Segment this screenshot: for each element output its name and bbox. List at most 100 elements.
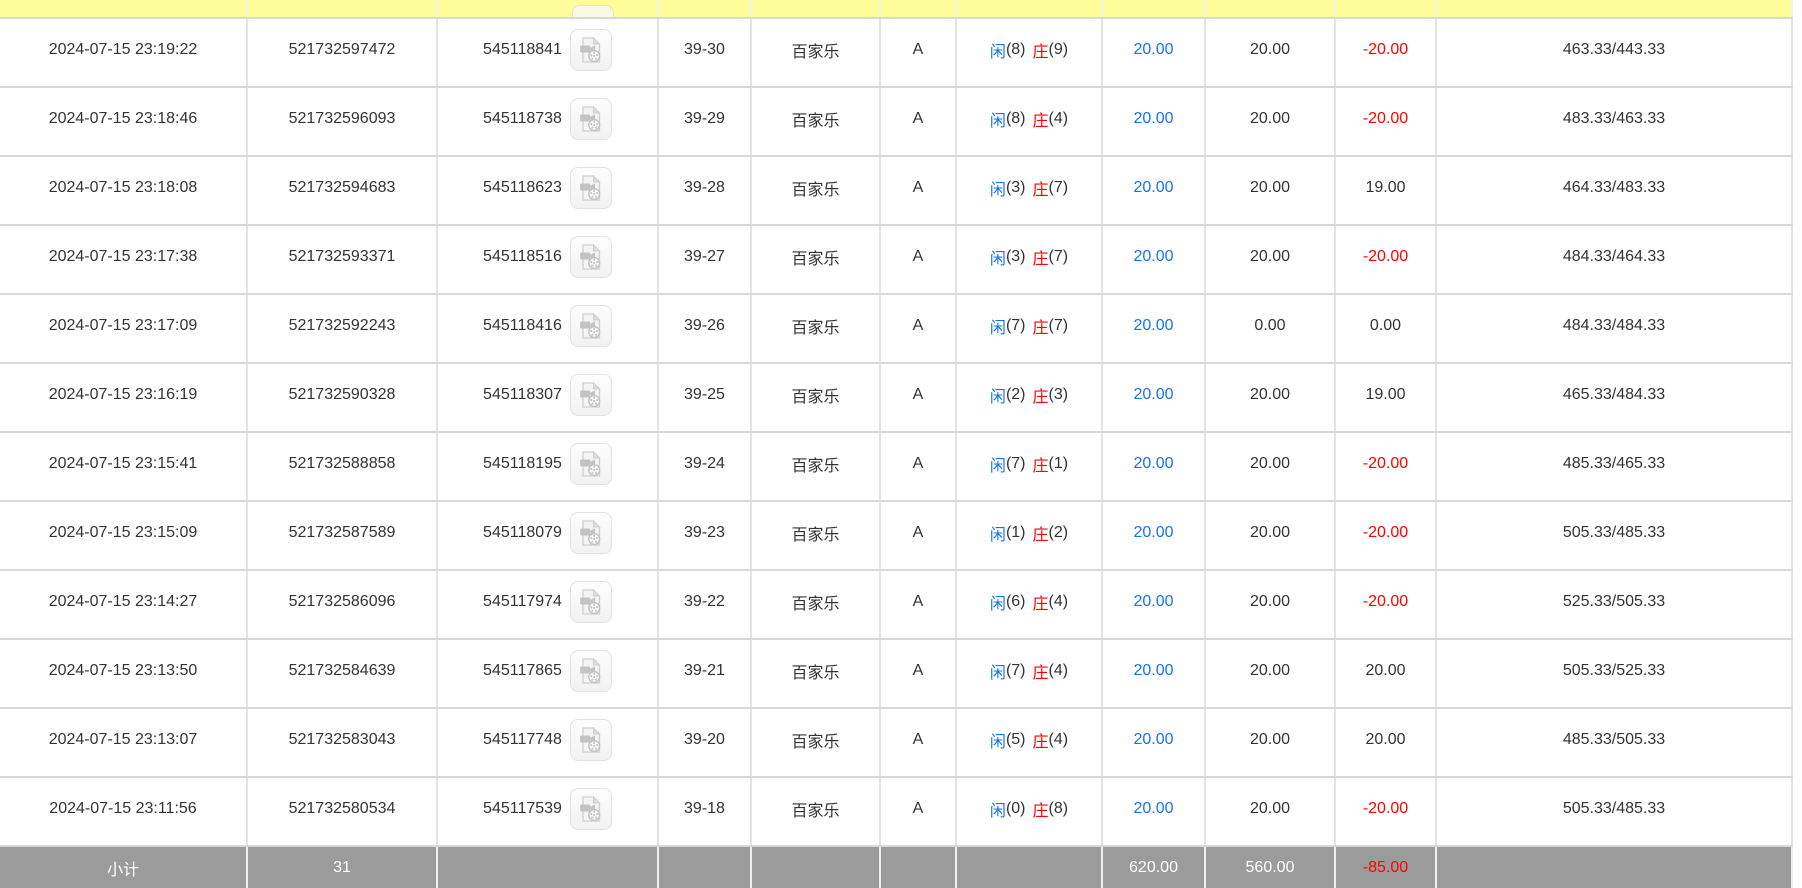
balance-cell: 525.33/505.33 [1437,571,1793,638]
bet-id-cell: 521732593371 [248,226,438,293]
bet-amount-cell: 20.00 [1206,571,1336,638]
banker-score: (4) [1049,110,1069,128]
video-replay-button[interactable] [570,29,612,71]
table-row: 2024-07-15 23:17:09 521732592243 5451184… [0,295,1793,364]
balance-cell: 485.33/505.33 [1437,709,1793,776]
bet-history-table: 2024-07-15 23:19:22 521732597472 5451188… [0,0,1793,888]
win-loss-cell: -20.00 [1336,502,1437,569]
round-cell: 39-27 [659,226,752,293]
valid-bet-cell: 20.00 [1103,778,1206,845]
bet-time-cell: 2024-07-15 23:13:07 [0,709,248,776]
game-id-cell: 545118195 [438,433,659,500]
banker-label: 庄 [1033,107,1049,131]
round-cell: 39-24 [659,433,752,500]
player-label: 闲 [990,521,1006,545]
result-cell [957,0,1103,17]
table-cell: A [881,364,957,431]
player-score: (7) [1006,317,1026,335]
win-loss-cell [1336,0,1437,17]
player-label: 闲 [990,590,1006,614]
result-cell: 闲(8)庄(9) [957,19,1103,86]
video-replay-button-partial[interactable] [572,5,614,17]
video-replay-button[interactable] [570,719,612,761]
valid-bet-cell: 20.00 [1103,433,1206,500]
table-cell: A [881,88,957,155]
table-row: 2024-07-15 23:18:08 521732594683 5451186… [0,157,1793,226]
table-row: 2024-07-15 23:11:56 521732580534 5451175… [0,778,1793,847]
table-cell: A [881,640,957,707]
win-loss-cell: -20.00 [1336,226,1437,293]
player-label: 闲 [990,383,1006,407]
video-replay-button[interactable] [570,305,612,347]
player-score: (2) [1006,386,1026,404]
video-replay-button[interactable] [570,236,612,278]
win-loss-cell: -20.00 [1336,778,1437,845]
balance-cell: 484.33/484.33 [1437,295,1793,362]
subtotal-empty-cell [957,847,1103,888]
table-row: 2024-07-15 23:13:07 521732583043 5451177… [0,709,1793,778]
banker-score: (4) [1049,593,1069,611]
video-file-icon [577,174,605,202]
video-replay-button[interactable] [570,167,612,209]
player-label: 闲 [990,245,1006,269]
table-row: 2024-07-15 23:13:50 521732584639 5451178… [0,640,1793,709]
bet-id-cell [248,0,438,17]
video-replay-button[interactable] [570,650,612,692]
win-loss-cell: -20.00 [1336,88,1437,155]
round-cell: 39-18 [659,778,752,845]
valid-bet-cell [1103,0,1206,17]
bet-amount-cell: 20.00 [1206,19,1336,86]
subtotal-label: 小计 [0,847,248,888]
video-replay-button[interactable] [570,98,612,140]
game-id-cell: 545117865 [438,640,659,707]
win-loss-cell: 19.00 [1336,364,1437,431]
game-id-cell [438,0,659,17]
player-label: 闲 [990,107,1006,131]
game-id-cell: 545117539 [438,778,659,845]
win-loss-cell: 0.00 [1336,295,1437,362]
banker-label: 庄 [1033,797,1049,821]
banker-label: 庄 [1033,452,1049,476]
subtotal-count: 31 [248,847,438,888]
bet-id-cell: 521732588858 [248,433,438,500]
bet-id-cell: 521732584639 [248,640,438,707]
game-type-cell [752,0,881,17]
bet-id-cell: 521732586096 [248,571,438,638]
result-cell: 闲(7)庄(1) [957,433,1103,500]
subtotal-empty-cell [659,847,752,888]
balance-cell: 483.33/463.33 [1437,88,1793,155]
video-replay-button[interactable] [570,512,612,554]
bet-time-cell: 2024-07-15 23:17:09 [0,295,248,362]
banker-label: 庄 [1033,245,1049,269]
player-score: (7) [1006,455,1026,473]
bet-time-cell: 2024-07-15 23:15:09 [0,502,248,569]
game-id-cell: 545117748 [438,709,659,776]
win-loss-cell: -20.00 [1336,19,1437,86]
table-cell: A [881,19,957,86]
banker-label: 庄 [1033,176,1049,200]
video-replay-button[interactable] [570,581,612,623]
bet-id-cell: 521732594683 [248,157,438,224]
player-label: 闲 [990,728,1006,752]
round-cell: 39-22 [659,571,752,638]
result-cell: 闲(8)庄(4) [957,88,1103,155]
banker-score: (7) [1049,317,1069,335]
game-id-cell: 545118738 [438,88,659,155]
bet-time-cell: 2024-07-15 23:16:19 [0,364,248,431]
round-cell: 39-21 [659,640,752,707]
bet-time-cell: 2024-07-15 23:13:50 [0,640,248,707]
video-replay-button[interactable] [570,788,612,830]
bet-amount-cell: 20.00 [1206,88,1336,155]
video-replay-button[interactable] [570,443,612,485]
result-cell: 闲(7)庄(4) [957,640,1103,707]
video-replay-button[interactable] [570,374,612,416]
table-row: 2024-07-15 23:19:22 521732597472 5451188… [0,19,1793,88]
video-file-icon [577,795,605,823]
bet-time-cell: 2024-07-15 23:15:41 [0,433,248,500]
game-type-cell: 百家乐 [752,157,881,224]
win-loss-cell: 20.00 [1336,709,1437,776]
banker-score: (7) [1049,248,1069,266]
win-loss-cell: -20.00 [1336,571,1437,638]
video-file-icon [577,726,605,754]
video-file-icon [577,519,605,547]
